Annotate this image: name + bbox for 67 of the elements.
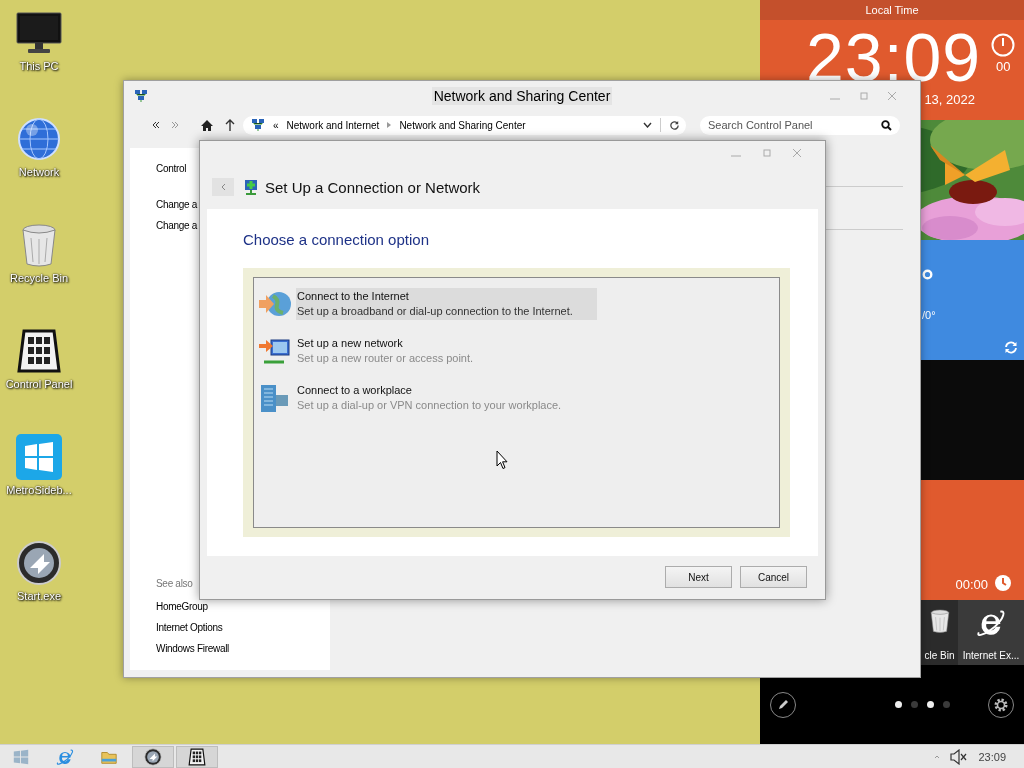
orb-icon[interactable] bbox=[16, 540, 62, 586]
separator-arrow-icon[interactable] bbox=[387, 122, 392, 128]
search-field[interactable]: Search Control Panel bbox=[700, 115, 900, 135]
degree-ring-icon bbox=[922, 269, 933, 280]
dialog-button[interactable]: Cancel bbox=[740, 566, 807, 588]
dialog-title: Set Up a Connection or Network bbox=[265, 178, 481, 196]
windows-tile-icon[interactable] bbox=[15, 433, 63, 481]
section-heading: See also bbox=[156, 577, 193, 591]
dropdown-chevron-icon[interactable] bbox=[643, 122, 652, 128]
window-title: Network and Sharing Center bbox=[431, 87, 613, 105]
sidebar-link[interactable]: Change a bbox=[156, 198, 197, 212]
page-dot[interactable] bbox=[942, 701, 950, 708]
clock-date: 13, 2022 bbox=[924, 92, 975, 107]
globe-icon[interactable] bbox=[16, 116, 62, 162]
app-tile[interactable]: cle Bin bbox=[921, 600, 958, 665]
chevron-left-icon[interactable] bbox=[220, 183, 226, 191]
page-heading: Choose a connection option bbox=[243, 231, 430, 248]
sidebar-link[interactable]: Change a bbox=[156, 219, 197, 233]
sidebar-link[interactable]: Windows Firewall bbox=[156, 642, 229, 656]
back-icon[interactable] bbox=[152, 121, 160, 129]
breadcrumb[interactable]: Network and Internet bbox=[286, 119, 380, 131]
keypad-icon[interactable] bbox=[16, 328, 62, 374]
sidebar-link[interactable]: Control bbox=[156, 162, 187, 176]
taskbar-button[interactable] bbox=[132, 745, 174, 768]
recycle-bin-icon[interactable] bbox=[928, 608, 951, 634]
monitor-icon[interactable] bbox=[15, 10, 63, 56]
orb-icon[interactable] bbox=[144, 747, 162, 766]
start-icon[interactable] bbox=[12, 747, 30, 766]
address-bar[interactable]: « Network and Internet Network and Sharing Center bbox=[243, 115, 686, 135]
clock-icon[interactable] bbox=[994, 574, 1012, 592]
breadcrumb[interactable]: Network and Sharing Center bbox=[399, 119, 526, 131]
connection-option[interactable]: Connect to the Internet Set up a broadband or dial-up connection to the Internet. bbox=[296, 288, 597, 320]
clock-time: 23:09 bbox=[806, 24, 982, 90]
temperature-range: /0° bbox=[922, 309, 937, 321]
home-icon[interactable] bbox=[201, 119, 213, 131]
app-icon bbox=[134, 89, 148, 103]
gear-icon[interactable] bbox=[993, 696, 1009, 713]
page-dot[interactable] bbox=[894, 701, 902, 708]
refresh-icon[interactable] bbox=[669, 119, 680, 131]
chevron-up-icon[interactable] bbox=[934, 754, 941, 759]
close-icon[interactable] bbox=[793, 149, 801, 157]
globe-icon bbox=[258, 289, 292, 319]
timer-time: 00:00 bbox=[955, 577, 988, 592]
dialog-button[interactable]: Next bbox=[665, 566, 732, 588]
up-arrow-icon[interactable] bbox=[225, 119, 235, 131]
taskbar-button[interactable] bbox=[176, 745, 218, 768]
stopwatch-icon[interactable] bbox=[991, 33, 1016, 57]
pencil-icon[interactable] bbox=[777, 698, 789, 711]
connection-option[interactable]: Set up a new network Set up a new router or access point. bbox=[296, 335, 482, 367]
forward-icon[interactable] bbox=[171, 121, 179, 129]
clock-seconds: 00 bbox=[995, 59, 1011, 74]
page-dot[interactable] bbox=[910, 701, 918, 708]
widget-header: Local Time bbox=[760, 0, 1024, 20]
taskbar-clock: 23:09 bbox=[978, 750, 1006, 763]
close-icon[interactable] bbox=[888, 92, 896, 100]
keypad-icon[interactable] bbox=[188, 747, 206, 766]
connection-option[interactable]: Connect to a workplace Set up a dial-up or VPN connection to your workplace. bbox=[296, 382, 570, 414]
mouse-pointer-icon bbox=[496, 450, 508, 470]
network-icon bbox=[243, 178, 259, 196]
app-tile[interactable]: Internet Ex... bbox=[958, 600, 1024, 665]
page-dot[interactable] bbox=[926, 701, 934, 708]
sidebar-link[interactable]: HomeGroup bbox=[156, 600, 208, 614]
browser-e-icon[interactable] bbox=[976, 608, 1006, 638]
overflow-chevron[interactable]: « bbox=[273, 119, 279, 131]
speaker-muted-icon[interactable] bbox=[950, 748, 969, 765]
sidebar-link[interactable]: Internet Options bbox=[156, 621, 223, 635]
network-icon bbox=[251, 118, 265, 132]
